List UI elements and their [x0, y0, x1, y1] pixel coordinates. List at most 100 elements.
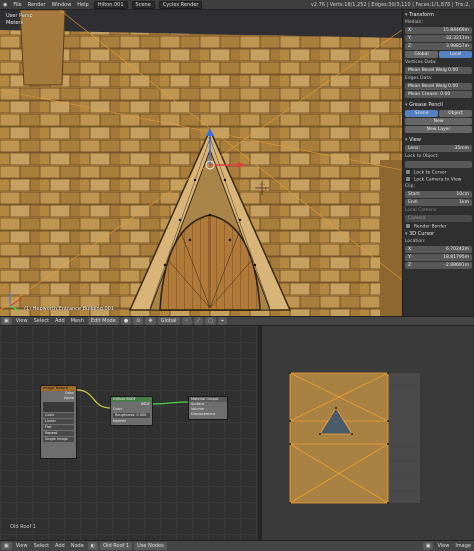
node-menu-view[interactable]: View [13, 542, 31, 550]
menu-help[interactable]: Help [74, 1, 91, 9]
diffuse-bsdf-node[interactable]: Diffuse BSDF BSDF Color Roughness: 0.000… [110, 396, 153, 426]
render-engine-select[interactable]: Cycles Render [158, 0, 203, 9]
scene-select[interactable]: Scene [131, 0, 155, 9]
node-links [76, 389, 189, 409]
node-editor[interactable]: Image Texture Color Alpha Color Linear F… [0, 326, 258, 540]
image-preview [43, 402, 74, 412]
projection-select[interactable]: Flat [43, 425, 74, 430]
menu-window[interactable]: Window [49, 1, 75, 9]
global-button[interactable]: Global [405, 51, 438, 58]
field-value: -2.88691m [444, 263, 469, 268]
field-value: 18.81795m [443, 255, 469, 260]
lens-label: Lens: [408, 146, 420, 151]
edge-select-icon[interactable]: ⟋ [193, 317, 204, 325]
uv-layout [289, 372, 420, 504]
transform-panel-header[interactable]: Transform [405, 11, 472, 19]
node-editor-type-icon[interactable]: ▣ [1, 542, 12, 550]
uv-image-editor[interactable] [262, 326, 474, 540]
field-value: 3.98857m [446, 44, 469, 49]
node-menu-add[interactable]: Add [52, 542, 68, 550]
axis-label: Y: [408, 36, 412, 41]
menu-add[interactable]: Add [52, 317, 68, 325]
cursor-y-field[interactable]: Y: 18.81795m [405, 254, 472, 261]
median-y-field[interactable]: Y: -32.3211m [405, 35, 472, 42]
clip-end-field[interactable]: End: 1km [405, 199, 472, 206]
lock-object-field[interactable] [405, 161, 472, 168]
menu-view[interactable]: View [13, 317, 31, 325]
lens-field[interactable]: Lens: 35mm [405, 145, 472, 152]
units-label: Meters [6, 20, 24, 26]
object-info-label: (1) Hepworth Entrance Building.001 [24, 306, 115, 312]
shading-icon[interactable]: ● [120, 317, 132, 325]
snap-icon[interactable]: ⌖ [218, 317, 227, 325]
displacement-input-socket[interactable]: Displacement [189, 412, 227, 417]
edges-data-label: Edges Data: [405, 76, 433, 81]
extension-select[interactable]: Repeat [43, 431, 74, 436]
uv-menu-image[interactable]: Image [452, 542, 474, 550]
scene-button[interactable]: Scene [405, 110, 438, 117]
color-space-select[interactable]: Color [43, 413, 74, 418]
menu-select[interactable]: Select [31, 317, 52, 325]
clip-end-label: End: [408, 200, 419, 205]
shader-type-icon[interactable]: ◐ [87, 542, 99, 550]
new-layer-button[interactable]: New Layer [405, 126, 472, 133]
clip-start-value: 10cm [456, 192, 469, 197]
menu-file[interactable]: File [10, 1, 24, 9]
node-menu-select[interactable]: Select [31, 542, 52, 550]
node-uv-header: ▣ View Select Add Node ◐ Old Roof 1 Use … [0, 540, 474, 551]
cursor-z-field[interactable]: Z: -2.88691m [405, 262, 472, 269]
field-value: 15.84469m [443, 28, 469, 33]
mean-crease-field[interactable]: Mean Crease: 0.00 [405, 91, 472, 98]
lock-to-cursor-checkbox[interactable]: Lock to Cursor [405, 169, 472, 176]
vertex-bevel-weight-field[interactable]: Mean Bevel Weig 0.00 [405, 67, 472, 74]
editor-type-icon[interactable]: ▣ [1, 317, 12, 325]
uv-editor-type-icon[interactable]: ▣ [422, 542, 434, 550]
field-value: -32.3211m [444, 36, 469, 41]
camera-field[interactable]: Camera [405, 215, 472, 222]
object-button[interactable]: Object [439, 110, 472, 117]
interpolation-select[interactable]: Linear [43, 419, 74, 424]
3d-cursor-header[interactable]: 3D Cursor [405, 230, 472, 238]
axis-label: Y: [408, 255, 412, 260]
pivot-icon[interactable]: ⊙ [133, 317, 144, 325]
use-nodes-toggle[interactable]: Use Nodes [134, 542, 167, 550]
axis-label: X: [408, 247, 413, 252]
mode-select[interactable]: Edit Mode [87, 317, 119, 325]
normal-input-socket[interactable]: Normal [111, 419, 152, 424]
lock-to-object-label: Lock to Object: [405, 154, 439, 159]
roof-scene [0, 10, 402, 316]
3d-viewport[interactable]: User Persp Meters (1) Hepworth Entrance … [0, 10, 402, 316]
new-button[interactable]: New [405, 118, 472, 125]
face-select-icon[interactable]: ▢ [205, 317, 216, 325]
source-select[interactable]: Single Image [43, 437, 74, 442]
grease-pencil-header[interactable]: Grease Pencil [405, 101, 472, 109]
view-panel-header[interactable]: View [405, 136, 472, 144]
image-texture-node[interactable]: Image Texture Color Alpha Color Linear F… [40, 385, 77, 459]
local-button[interactable]: Local [439, 51, 472, 58]
alpha-output-socket[interactable]: Alpha [41, 396, 76, 401]
render-border-checkbox[interactable]: Render Border [405, 223, 472, 230]
info-header: ◉ File Render Window Help Hilton.001 Sce… [0, 0, 474, 10]
menu-render[interactable]: Render [25, 1, 49, 9]
clip-start-field[interactable]: Start: 10cm [405, 191, 472, 198]
properties-sidebar[interactable]: Transform Median: X: 15.84469m Y: -32.3211… [402, 10, 474, 316]
manipulator-icon[interactable]: ✥ [145, 317, 156, 325]
lock-camera-to-view-checkbox[interactable]: Lock Camera to View [405, 176, 472, 183]
median-z-field[interactable]: Z: 3.98857m [405, 43, 472, 50]
node-menu-node[interactable]: Node [68, 542, 87, 550]
view-name-label: User Persp [6, 13, 33, 19]
vertex-select-icon[interactable]: ⁘ [181, 317, 192, 325]
blender-logo-icon[interactable]: ◉ [0, 1, 10, 9]
material-select[interactable]: Old Roof 1 [100, 542, 133, 550]
uv-menu-view[interactable]: View [434, 542, 452, 550]
roughness-field[interactable]: Roughness: 0.000 [113, 413, 150, 418]
orientation-select[interactable]: Global [157, 317, 180, 325]
edge-bevel-weight-field[interactable]: Mean Bevel Weig 0.00 [405, 83, 472, 90]
menu-mesh[interactable]: Mesh [68, 317, 87, 325]
screen-layout-select[interactable]: Hilton.001 [93, 0, 128, 9]
material-output-node[interactable]: Material Output Surface Volume Displacem… [188, 396, 228, 420]
median-x-field[interactable]: X: 15.84469m [405, 27, 472, 34]
cursor-x-field[interactable]: X: 6.70242m [405, 246, 472, 253]
median-label: Median: [405, 20, 423, 25]
color-input-socket[interactable]: Color [111, 407, 152, 412]
